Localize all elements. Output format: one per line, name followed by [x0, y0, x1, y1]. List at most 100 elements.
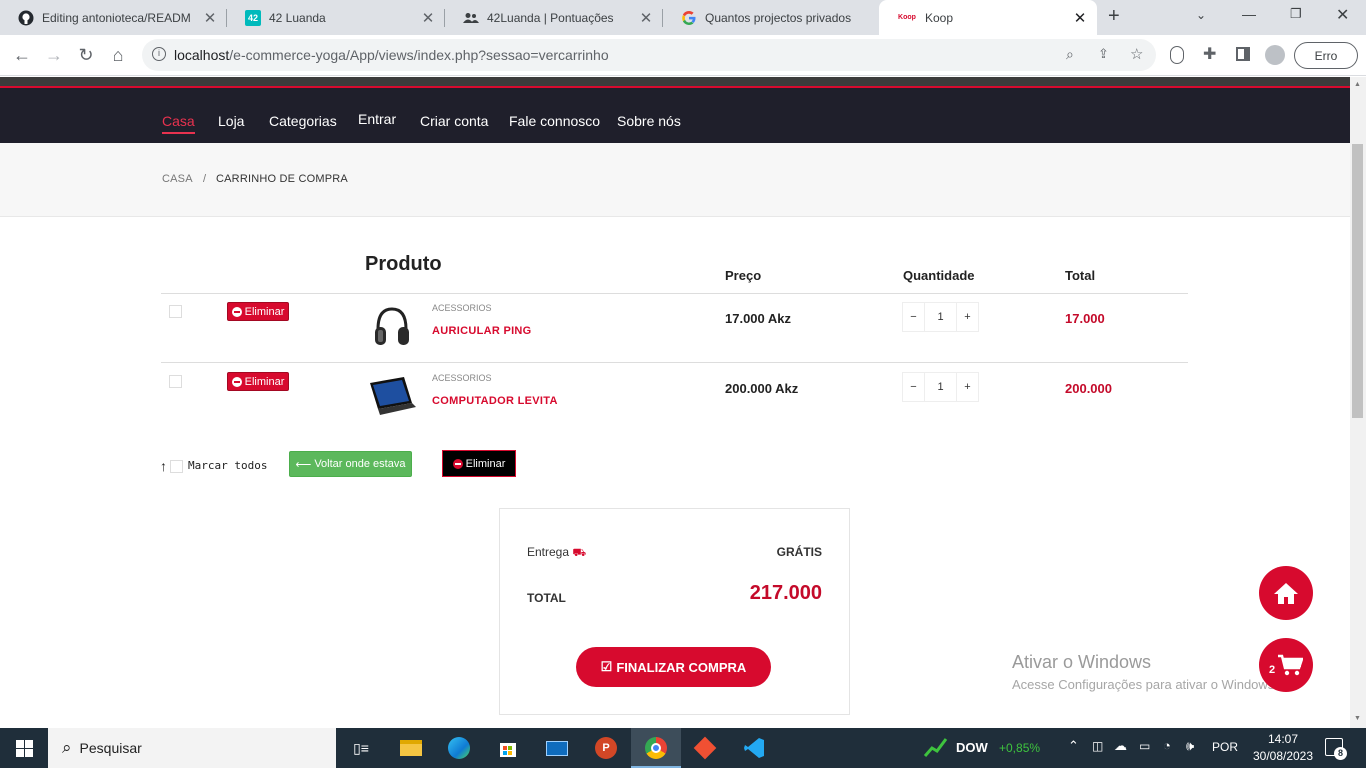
decrement-button[interactable]: −: [903, 373, 924, 401]
taskbar-search[interactable]: ⌕ Pesquisar: [48, 728, 336, 768]
powerpoint-icon[interactable]: P: [592, 734, 620, 762]
row-checkbox[interactable]: [169, 305, 182, 318]
task-view-icon[interactable]: ▯≡: [347, 734, 375, 762]
product-category: ACESSORIOS: [432, 303, 492, 313]
floating-cart-button[interactable]: 2: [1259, 638, 1313, 692]
close-icon[interactable]: ✕: [419, 9, 437, 27]
bulk-delete-button[interactable]: Eliminar: [442, 450, 516, 477]
arrow-up-icon: ↑: [160, 458, 167, 474]
scrollbar-thumb[interactable]: [1352, 144, 1363, 418]
language-indicator[interactable]: POR: [1212, 740, 1238, 754]
volume-icon[interactable]: 🕪: [1186, 738, 1194, 754]
product-name[interactable]: AURICULAR PING: [432, 325, 532, 337]
stock-chart-icon[interactable]: [923, 736, 948, 763]
edge-icon[interactable]: [445, 734, 473, 762]
nav-fale-connosco[interactable]: Fale connosco: [509, 113, 600, 129]
info-icon[interactable]: i: [152, 47, 166, 61]
zoom-icon[interactable]: ⌕: [1066, 46, 1074, 63]
close-icon[interactable]: ✕: [637, 9, 655, 27]
browser-tab-3[interactable]: 42Luanda | Pontuações ✕: [445, 0, 663, 35]
git-icon[interactable]: [691, 734, 719, 762]
nav-sobre-nos[interactable]: Sobre nós: [617, 113, 681, 129]
address-bar[interactable]: i localhost/e-commerce-yoga/App/views/in…: [142, 39, 1156, 71]
increment-button[interactable]: +: [957, 303, 978, 331]
share-icon[interactable]: ⇪: [1098, 46, 1109, 62]
header-product: Produto: [365, 253, 442, 275]
product-image-headphones[interactable]: [372, 305, 412, 349]
header-total: Total: [1065, 268, 1096, 283]
delete-item-button[interactable]: Eliminar: [227, 372, 289, 391]
select-all-label[interactable]: Marcar todos: [188, 459, 267, 472]
home-icon[interactable]: ⌂: [106, 43, 130, 67]
back-label: Voltar onde estava: [314, 458, 406, 470]
restore-icon[interactable]: ❐: [1290, 6, 1302, 22]
arrow-left-icon: ⟵: [295, 458, 312, 471]
file-explorer-icon[interactable]: [397, 734, 425, 762]
stock-change[interactable]: +0,85%: [999, 741, 1040, 755]
breadcrumb-home[interactable]: CASA: [162, 173, 193, 185]
minimize-icon[interactable]: —: [1242, 6, 1256, 22]
chrome-taskbar-button[interactable]: [631, 728, 681, 768]
floating-home-button[interactable]: [1259, 566, 1313, 620]
quantity-value[interactable]: 1: [924, 303, 957, 331]
browser-tab-5[interactable]: Koop Koop ✕: [879, 0, 1097, 35]
increment-button[interactable]: +: [957, 373, 978, 401]
product-name[interactable]: COMPUTADOR LEVITA: [432, 395, 558, 407]
back-icon[interactable]: ←: [10, 43, 34, 67]
clock-date[interactable]: 30/08/2023: [1252, 749, 1314, 763]
url-text: localhost/e-commerce-yoga/App/views/inde…: [174, 47, 609, 63]
tab-label: 42Luanda | Pontuações: [487, 10, 614, 25]
delete-item-button[interactable]: Eliminar: [227, 302, 289, 321]
side-panel-icon[interactable]: [1236, 47, 1250, 61]
close-icon[interactable]: ✕: [1071, 9, 1089, 27]
page-scrollbar[interactable]: ▲ ▼: [1350, 77, 1366, 728]
check-square-icon: ☑: [600, 659, 613, 674]
windows-start-icon[interactable]: [10, 734, 38, 762]
vscode-icon[interactable]: [740, 734, 768, 762]
reload-icon[interactable]: ↻: [74, 43, 98, 67]
battery-icon[interactable]: ▭: [1139, 739, 1150, 753]
profile-error-button[interactable]: Erro: [1294, 42, 1358, 69]
extensions-icon[interactable]: ✚: [1203, 44, 1216, 64]
scroll-down-icon[interactable]: ▼: [1354, 715, 1361, 722]
bookmark-star-icon[interactable]: ☆: [1130, 45, 1143, 63]
product-image-laptop[interactable]: [366, 375, 418, 419]
mouse-extension-icon[interactable]: [1170, 46, 1184, 64]
wifi-icon[interactable]: ◔: [1163, 738, 1171, 753]
header-price: Preço: [725, 268, 762, 283]
nav-casa[interactable]: Casa: [162, 113, 195, 134]
decrement-button[interactable]: −: [903, 303, 924, 331]
chevron-up-icon[interactable]: ⌃: [1068, 738, 1079, 754]
clock-time[interactable]: 14:07: [1258, 732, 1308, 746]
product-price: 17.000 Akz: [725, 311, 792, 326]
browser-tab-4[interactable]: Quantos projectos privados: [663, 0, 879, 35]
stock-name[interactable]: DOW: [956, 740, 988, 755]
forward-icon[interactable]: →: [42, 43, 66, 67]
row-total: 17.000: [1065, 311, 1105, 326]
window-close-icon[interactable]: ✕: [1336, 5, 1349, 25]
browser-tab-1[interactable]: Editing antonioteca/READM ✕: [0, 0, 227, 35]
checkout-button[interactable]: ☑ FINALIZAR COMPRA: [576, 647, 771, 687]
home-icon: [1274, 583, 1298, 604]
quantity-value[interactable]: 1: [924, 373, 957, 401]
nav-loja[interactable]: Loja: [218, 113, 244, 129]
nav-entrar[interactable]: Entrar: [358, 111, 396, 127]
profile-avatar-icon[interactable]: [1265, 45, 1285, 65]
notifications-icon[interactable]: 8: [1325, 738, 1347, 760]
nav-criar-conta[interactable]: Criar conta: [420, 113, 488, 129]
nav-categorias[interactable]: Categorias: [269, 113, 337, 129]
row-checkbox[interactable]: [169, 375, 182, 388]
back-button[interactable]: ⟵ Voltar onde estava: [289, 451, 412, 477]
browser-tab-2[interactable]: 42 42 Luanda ✕: [227, 0, 445, 35]
new-tab-button[interactable]: +: [1108, 5, 1130, 29]
meet-icon[interactable]: ◫: [1092, 739, 1103, 753]
chevron-down-icon[interactable]: ⌄: [1196, 8, 1206, 22]
cloud-icon[interactable]: ☁: [1114, 738, 1127, 754]
web-page: Casa Loja Categorias Entrar Criar conta …: [0, 77, 1350, 728]
close-icon[interactable]: ✕: [201, 9, 219, 27]
total-value: 217.000: [749, 582, 822, 604]
scroll-up-icon[interactable]: ▲: [1354, 81, 1361, 88]
select-all-checkbox[interactable]: [170, 460, 183, 473]
mail-icon[interactable]: [543, 734, 571, 762]
store-icon[interactable]: [494, 734, 522, 762]
